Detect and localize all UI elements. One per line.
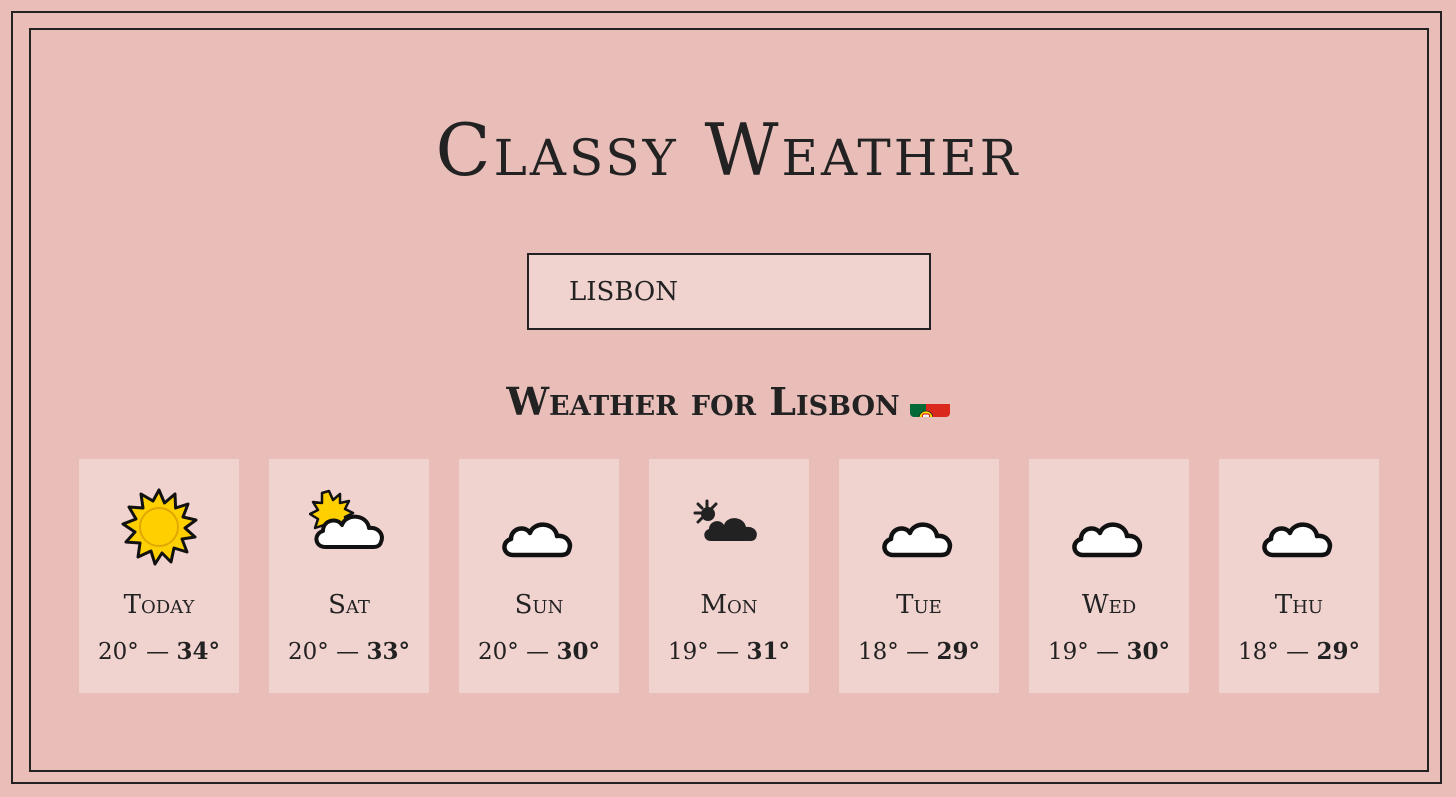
- forecast-list: Today 20° — 34° Sat 20° — 33° Sun 20° — …: [79, 459, 1379, 693]
- location-search-input[interactable]: [527, 253, 931, 330]
- forecast-day-name: Thu: [1274, 590, 1324, 620]
- temp-max: 29°: [936, 638, 980, 665]
- temp-max: 33°: [366, 638, 410, 665]
- temp-max: 30°: [556, 638, 600, 665]
- forecast-day-card: Tue 18° — 29°: [839, 459, 999, 693]
- forecast-day-card: Today 20° — 34°: [79, 459, 239, 693]
- flag-portugal-icon: [909, 389, 950, 417]
- temp-max: 29°: [1316, 638, 1360, 665]
- forecast-day-name: Today: [123, 590, 195, 620]
- forecast-day-card: Mon 19° — 31°: [649, 459, 809, 693]
- cloud-icon: [1072, 522, 1143, 558]
- temp-min: 18°: [1238, 639, 1279, 665]
- temp-max: 31°: [746, 638, 790, 665]
- cloud-icon: [882, 522, 953, 558]
- temp-min: 19°: [668, 639, 709, 665]
- forecast-day-temps: 20° — 33°: [269, 635, 429, 669]
- temp-min: 19°: [1048, 639, 1089, 665]
- temp-separator: —: [526, 639, 550, 665]
- forecast-day-name: Sun: [514, 590, 564, 620]
- cloud-icon: [1262, 522, 1333, 558]
- temp-separator: —: [906, 639, 930, 665]
- weather-heading: Weather for Lisbon: [0, 372, 1456, 432]
- temp-max: 30°: [1126, 638, 1170, 665]
- temp-separator: —: [716, 639, 740, 665]
- forecast-day-card: Wed 19° — 30°: [1029, 459, 1189, 693]
- forecast-day-temps: 19° — 30°: [1029, 635, 1189, 669]
- temp-min: 20°: [288, 639, 329, 665]
- weather-heading-text: Weather for Lisbon: [506, 379, 900, 424]
- temp-min: 20°: [98, 639, 139, 665]
- temp-separator: —: [1286, 639, 1310, 665]
- temp-separator: —: [1096, 639, 1120, 665]
- sun-icon: [121, 488, 198, 566]
- forecast-day-temps: 19° — 31°: [649, 635, 809, 669]
- app-title: Classy Weather: [435, 108, 1021, 192]
- forecast-day-card: Sun 20° — 30°: [459, 459, 619, 693]
- temp-min: 18°: [858, 639, 899, 665]
- forecast-day-name: Mon: [700, 590, 758, 620]
- cloud-icon: [502, 522, 573, 558]
- temp-max: 34°: [176, 638, 220, 665]
- forecast-day-card: Thu 18° — 29°: [1219, 459, 1379, 693]
- forecast-day-temps: 20° — 34°: [79, 635, 239, 669]
- temp-min: 20°: [478, 639, 519, 665]
- temp-separator: —: [146, 639, 170, 665]
- forecast-day-card: Sat 20° — 33°: [269, 459, 429, 693]
- forecast-day-temps: 18° — 29°: [839, 635, 999, 669]
- temp-separator: —: [336, 639, 360, 665]
- forecast-day-name: Sat: [328, 590, 370, 620]
- forecast-day-name: Wed: [1081, 590, 1137, 620]
- forecast-day-temps: 20° — 30°: [459, 635, 619, 669]
- sun-behind-cloud-icon: [309, 489, 384, 549]
- forecast-day-temps: 18° — 29°: [1219, 635, 1379, 669]
- forecast-day-name: Tue: [896, 590, 942, 620]
- partly-cloudy-dark-icon: [693, 499, 757, 541]
